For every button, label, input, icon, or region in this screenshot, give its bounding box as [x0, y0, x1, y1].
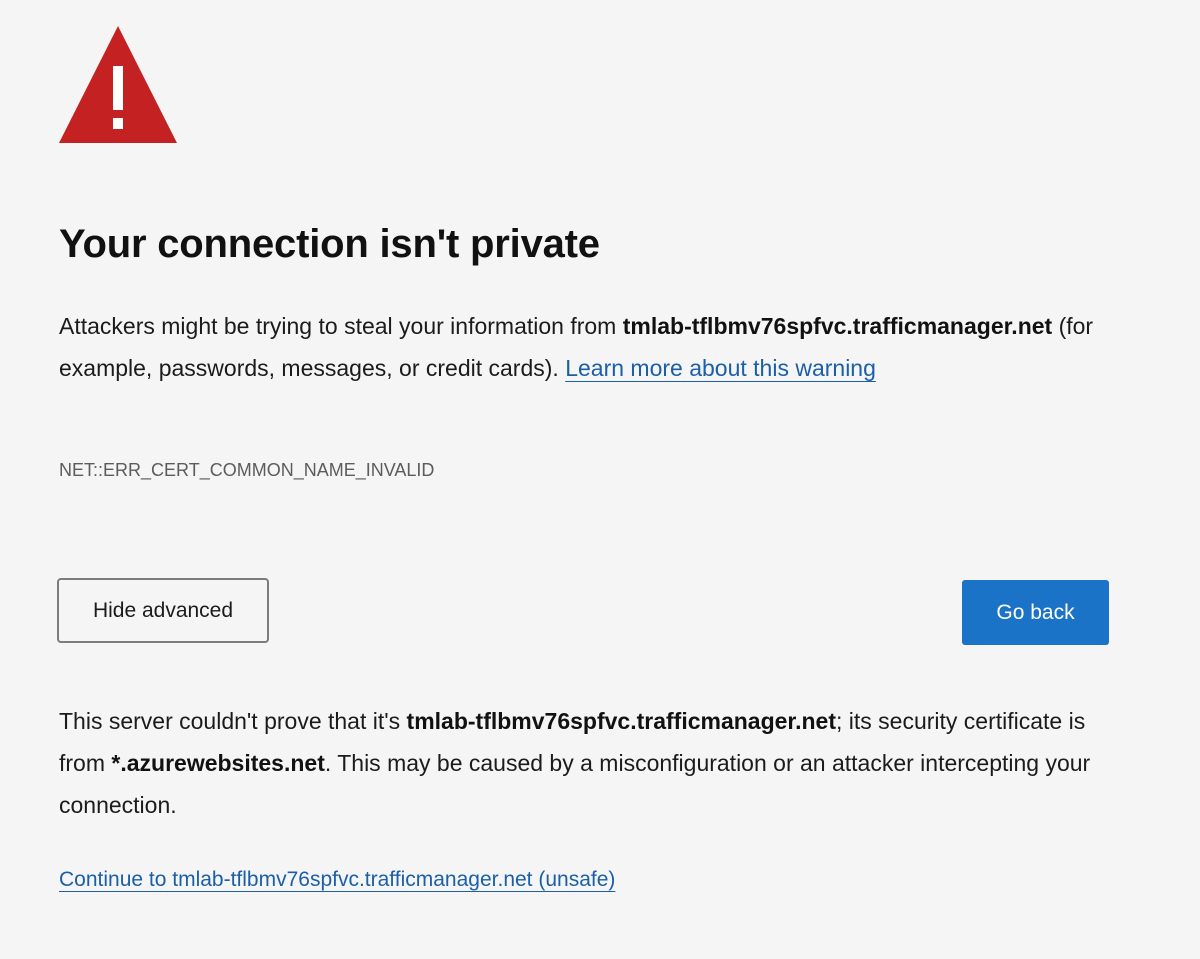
page-title: Your connection isn't private — [59, 222, 600, 266]
error-code: NET::ERR_CERT_COMMON_NAME_INVALID — [59, 460, 435, 480]
description-prefix: Attackers might be trying to steal your … — [59, 313, 623, 339]
advanced-details: This server couldn't prove that it's tml… — [59, 700, 1119, 826]
warning-description: Attackers might be trying to steal your … — [59, 305, 1099, 389]
details-cert-domain: *.azurewebsites.net — [111, 750, 325, 776]
hide-advanced-button[interactable]: Hide advanced — [57, 578, 269, 643]
learn-more-link[interactable]: Learn more about this warning — [565, 355, 876, 381]
details-host: tmlab-tflbmv76spfvc.trafficmanager.net — [406, 708, 836, 734]
proceed-unsafe-link[interactable]: Continue to tmlab-tflbmv76spfvc.trafficm… — [59, 868, 615, 891]
description-host: tmlab-tflbmv76spfvc.trafficmanager.net — [622, 313, 1053, 339]
warning-triangle-icon — [59, 26, 177, 143]
details-part1: This server couldn't prove that it's — [59, 708, 407, 734]
error-page: Your connection isn't private Attackers … — [0, 0, 1200, 959]
go-back-button[interactable]: Go back — [962, 580, 1109, 645]
